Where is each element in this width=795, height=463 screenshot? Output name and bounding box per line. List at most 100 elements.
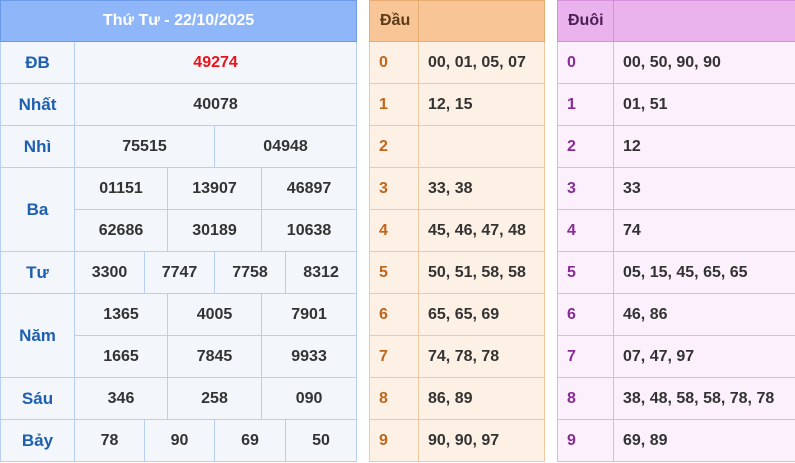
sixth-prize-value: 346 xyxy=(74,377,168,420)
tail-digit-row: 7 07, 47, 97 xyxy=(557,335,795,378)
head-digit-header-row: Đầu xyxy=(369,0,545,42)
prize-row-nhi: Nhì 75515 04948 xyxy=(0,125,358,168)
tail-digit-row: 1 01, 51 xyxy=(557,83,795,126)
prize-label-ba: Ba xyxy=(0,167,75,252)
head-digit-row: 7 74, 78, 78 xyxy=(369,335,545,378)
tail-digit-values: 01, 51 xyxy=(613,83,795,126)
tail-digit-row: 9 69, 89 xyxy=(557,419,795,462)
tail-digit-row: 6 46, 86 xyxy=(557,293,795,336)
fifth-prize-value: 4005 xyxy=(167,293,262,336)
head-digit-values xyxy=(418,125,545,168)
head-digit-row: 6 65, 65, 69 xyxy=(369,293,545,336)
tail-digit-values: 46, 86 xyxy=(613,293,795,336)
tail-digit-row: 5 05, 15, 45, 65, 65 xyxy=(557,251,795,294)
head-digit-row: 9 90, 90, 97 xyxy=(369,419,545,462)
special-prize-value: 49274 xyxy=(73,41,358,84)
fourth-prize-value: 8312 xyxy=(284,251,358,294)
tail-digit-values: 00, 50, 90, 90 xyxy=(613,41,795,84)
sixth-prize-value: 258 xyxy=(167,377,262,420)
third-prize-value: 10638 xyxy=(260,209,358,252)
prize-label-tu: Tư xyxy=(0,251,75,294)
tail-digit-key: 7 xyxy=(557,335,614,378)
prize-row-db: ĐB 49274 xyxy=(0,41,358,84)
seventh-prize-value: 69 xyxy=(214,419,286,462)
prize-row-tu: Tư 3300 7747 7758 8312 xyxy=(0,251,358,294)
tail-digit-key: 5 xyxy=(557,251,614,294)
tail-digit-key: 8 xyxy=(557,377,614,420)
head-digit-values: 50, 51, 58, 58 xyxy=(418,251,545,294)
tail-digit-values: 12 xyxy=(613,125,795,168)
second-prize-value: 04948 xyxy=(213,125,358,168)
tail-digit-values: 07, 47, 97 xyxy=(613,335,795,378)
tail-digit-table: Đuôi 0 00, 50, 90, 90 1 01, 51 2 12 3 33 4 74… xyxy=(557,0,795,462)
third-prize-value: 62686 xyxy=(74,209,168,252)
third-prize-value: 30189 xyxy=(167,209,262,252)
head-digit-key: 4 xyxy=(369,209,419,252)
prize-row-sau: Sáu 346 258 090 xyxy=(0,377,358,420)
head-digit-key: 6 xyxy=(369,293,419,336)
head-digit-header-blank xyxy=(418,0,545,42)
head-digit-key: 7 xyxy=(369,335,419,378)
head-digit-key: 9 xyxy=(369,419,419,462)
head-digit-row: 3 33, 38 xyxy=(369,167,545,210)
tail-digit-values: 38, 48, 58, 58, 78, 78 xyxy=(613,377,795,420)
head-digit-values: 65, 65, 69 xyxy=(418,293,545,336)
fourth-prize-value: 3300 xyxy=(74,251,145,294)
tail-digit-key: 2 xyxy=(557,125,614,168)
tail-digit-header-row: Đuôi xyxy=(557,0,795,42)
tail-digit-values: 69, 89 xyxy=(613,419,795,462)
head-digit-row: 5 50, 51, 58, 58 xyxy=(369,251,545,294)
prize-label-nhat: Nhất xyxy=(0,83,75,126)
head-digit-values: 33, 38 xyxy=(418,167,545,210)
prize-label-bay: Bảy xyxy=(0,419,75,462)
tail-digit-row: 2 12 xyxy=(557,125,795,168)
prize-label-sau: Sáu xyxy=(0,377,75,420)
head-digit-row: 0 00, 01, 05, 07 xyxy=(369,41,545,84)
prize-label-nam: Năm xyxy=(0,293,75,378)
tail-digit-key: 4 xyxy=(557,209,614,252)
head-digit-key: 3 xyxy=(369,167,419,210)
fifth-prize-value: 7845 xyxy=(167,335,262,378)
head-digit-values: 90, 90, 97 xyxy=(418,419,545,462)
seventh-prize-value: 50 xyxy=(284,419,358,462)
tail-digit-values: 05, 15, 45, 65, 65 xyxy=(613,251,795,294)
second-prize-value: 75515 xyxy=(74,125,215,168)
seventh-prize-value: 78 xyxy=(74,419,145,462)
head-digit-values: 45, 46, 47, 48 xyxy=(418,209,545,252)
tail-digit-row: 3 33 xyxy=(557,167,795,210)
head-digit-row: 8 86, 89 xyxy=(369,377,545,420)
tail-digit-row: 4 74 xyxy=(557,209,795,252)
head-digit-row: 4 45, 46, 47, 48 xyxy=(369,209,545,252)
fourth-prize-value: 7758 xyxy=(214,251,286,294)
head-digit-header: Đầu xyxy=(369,0,419,42)
third-prize-value: 13907 xyxy=(167,167,262,210)
prize-label-nhi: Nhì xyxy=(0,125,75,168)
head-digit-row: 2 xyxy=(369,125,545,168)
third-prize-value: 46897 xyxy=(260,167,358,210)
fifth-prize-value: 7901 xyxy=(260,293,358,336)
head-digit-table: Đầu 0 00, 01, 05, 07 1 12, 15 2 3 33, 38 44… xyxy=(369,0,545,462)
prize-row-nam: Năm 1365 4005 7901 xyxy=(0,293,358,378)
prize-row-ba: Ba 01151 13907 46897 xyxy=(0,167,358,252)
head-digit-values: 00, 01, 05, 07 xyxy=(418,41,545,84)
tail-digit-key: 1 xyxy=(557,83,614,126)
tail-digit-values: 33 xyxy=(613,167,795,210)
lottery-results-table: Thứ Tư - 22/10/2025 ĐB 49274 Nhất 40078 … xyxy=(0,0,358,462)
results-header-row: Thứ Tư - 22/10/2025 xyxy=(0,0,358,42)
tail-digit-key: 0 xyxy=(557,41,614,84)
head-digit-key: 1 xyxy=(369,83,419,126)
third-prize-value: 01151 xyxy=(74,167,168,210)
prize-row-nhat: Nhất 40078 xyxy=(0,83,358,126)
tail-digit-header: Đuôi xyxy=(557,0,614,42)
head-digit-key: 0 xyxy=(369,41,419,84)
head-digit-key: 8 xyxy=(369,377,419,420)
head-digit-values: 74, 78, 78 xyxy=(418,335,545,378)
tail-digit-key: 3 xyxy=(557,167,614,210)
fifth-prize-value: 9933 xyxy=(260,335,358,378)
tail-digit-row: 0 00, 50, 90, 90 xyxy=(557,41,795,84)
head-digit-values: 12, 15 xyxy=(418,83,545,126)
tail-digit-values: 74 xyxy=(613,209,795,252)
fifth-prize-value: 1365 xyxy=(74,293,168,336)
head-digit-key: 5 xyxy=(369,251,419,294)
prize-row-bay: Bảy 78 90 69 50 xyxy=(0,419,358,462)
